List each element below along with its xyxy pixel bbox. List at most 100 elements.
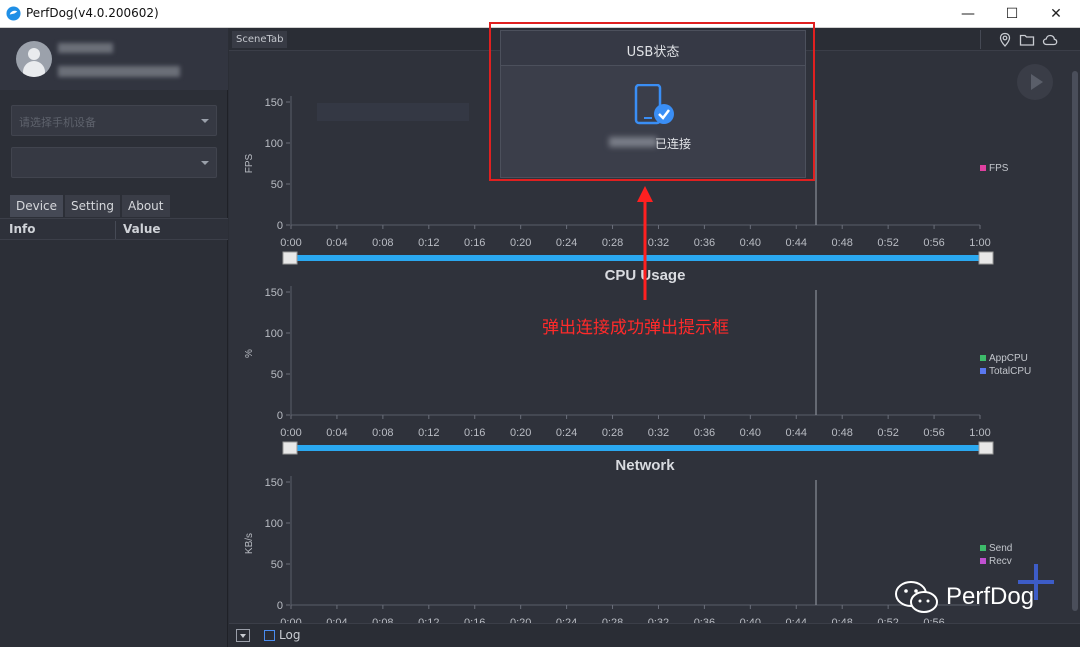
x-tick-label: 0:12 [418,237,439,249]
x-tick-label: 1:00 [969,427,990,439]
legend-swatch [980,368,986,374]
x-tick-label: 0:56 [923,237,944,249]
y-tick-label: 150 [265,97,283,109]
x-tick-label: 0:08 [372,427,393,439]
x-tick-label: 1:00 [969,237,990,249]
y-tick-label: 100 [265,518,283,530]
x-tick-label: 0:48 [831,237,852,249]
device-select-placeholder: 请选择手机设备 [19,116,96,129]
folder-icon[interactable] [1019,32,1035,48]
y-tick-label: 150 [265,477,283,489]
legend-label: FPS [989,163,1009,174]
toolbar-divider [980,30,981,49]
window-title: PerfDog(v4.0.200602) [26,6,159,20]
perfdog-logo-icon [6,6,21,21]
legend-swatch [980,355,986,361]
x-tick-label: 0:16 [464,427,485,439]
device-select[interactable]: 请选择手机设备 [11,105,217,136]
x-tick-label: 0:36 [694,237,715,249]
x-tick-label: 0:56 [923,427,944,439]
x-tick-label: 0:20 [510,237,531,249]
avatar[interactable] [16,41,52,77]
y-tick-label: 50 [271,179,283,191]
legend-swatch [980,558,986,564]
legend-label: TotalCPU [989,366,1031,377]
sidebar-tabs: Device Setting About [10,195,170,217]
x-tick-label: 0:28 [602,237,623,249]
x-tick-label: 0:08 [372,237,393,249]
y-tick-label: 150 [265,287,283,299]
chart-title: Network [615,457,675,474]
x-tick-label: 0:04 [326,237,347,249]
legend-label: Send [989,543,1012,554]
chevron-down-icon [201,161,209,165]
annotation-text: 弹出连接成功弹出提示框 [542,318,729,338]
bottom-bar: Log [229,623,1080,647]
vertical-scrollbar[interactable] [1070,51,1080,623]
x-tick-label: 0:28 [602,427,623,439]
range-slider-left-handle [282,441,298,455]
tab-setting[interactable]: Setting [65,195,121,217]
minimize-button[interactable]: — [946,0,990,28]
legend-swatch [980,545,986,551]
y-axis-label: % [244,349,255,358]
y-tick-label: 0 [277,220,283,232]
legend-label: Recv [989,556,1012,567]
watermark: PerfDog [893,578,1053,618]
range-slider-left-handle [282,251,298,265]
x-tick-label: 0:44 [786,237,807,249]
value-column-header: Value [123,222,161,236]
annotation-highlight-box [489,22,815,181]
column-divider [115,221,116,239]
y-tick-label: 50 [271,559,283,571]
watermark-text: PerfDog [946,583,1035,610]
range-slider-right-handle [978,251,994,265]
tab-device[interactable]: Device [10,195,64,217]
app-select[interactable] [11,147,217,178]
hint-box [317,103,469,121]
location-icon[interactable] [997,32,1013,48]
x-tick-label: 0:24 [556,237,577,249]
annotation-arrow-icon [637,186,653,300]
scene-tab[interactable]: SceneTab [232,31,288,48]
maximize-button[interactable]: ☐ [990,0,1034,28]
log-label: Log [279,628,301,642]
perfdog-window: PerfDog(v4.0.200602) — ☐ ✕ 请选择手机设备 Devic… [0,0,1080,647]
log-checkbox[interactable] [264,630,275,641]
close-button[interactable]: ✕ [1034,0,1078,28]
x-tick-label: 0:32 [648,427,669,439]
legend-label: AppCPU [989,353,1028,364]
x-tick-label: 0:12 [418,427,439,439]
x-tick-label: 0:48 [831,427,852,439]
avatar-head [28,48,40,60]
user-box [0,28,228,90]
expand-dropdown-button[interactable] [236,629,250,642]
info-table-header: Info Value [0,218,228,240]
x-tick-label: 0:52 [877,427,898,439]
x-tick-label: 0:52 [877,237,898,249]
y-tick-label: 0 [277,600,283,612]
avatar-body [23,61,45,77]
y-axis-label: KB/s [244,533,255,554]
y-tick-label: 50 [271,369,283,381]
y-tick-label: 100 [265,138,283,150]
play-button[interactable] [1017,64,1053,100]
cloud-icon[interactable] [1042,32,1058,48]
x-tick-label: 0:04 [326,427,347,439]
range-slider-track [295,445,984,451]
y-tick-label: 100 [265,328,283,340]
x-tick-label: 0:36 [694,427,715,439]
x-tick-label: 0:20 [510,427,531,439]
info-column-header: Info [9,222,36,236]
tab-about[interactable]: About [122,195,170,217]
x-tick-label: 0:24 [556,427,577,439]
scrollbar-thumb[interactable] [1072,71,1078,611]
x-tick-label: 0:40 [740,237,761,249]
x-tick-label: 0:40 [740,427,761,439]
chevron-down-icon [201,119,209,123]
x-tick-label: 0:00 [280,427,301,439]
user-name-redacted [58,43,113,53]
x-tick-label: 0:16 [464,237,485,249]
left-panel: 请选择手机设备 Device Setting About Info Value [0,28,228,647]
x-tick-label: 0:44 [786,427,807,439]
